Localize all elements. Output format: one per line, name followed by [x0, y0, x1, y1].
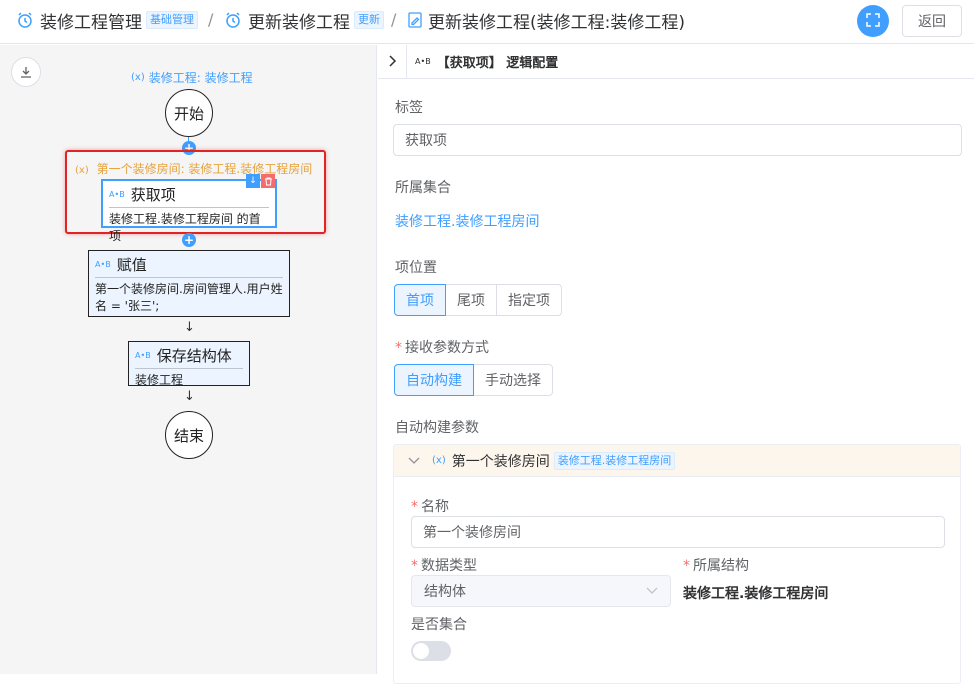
flow-canvas[interactable]: (x) 装修工程: 装修工程 开始 + (x) 第一个装修房间: 装修工程.装修… — [0, 45, 377, 674]
collection-link[interactable]: 装修工程.装修工程房间 — [395, 211, 539, 231]
breadcrumb-item-3: 更新装修工程(装修工程:装修工程) — [408, 0, 685, 40]
logic-badge-icon: A•B — [109, 190, 125, 199]
download-button[interactable] — [11, 57, 41, 87]
tag-input[interactable]: 获取项 — [393, 124, 962, 156]
node-desc: 第一个装修房间.房间管理人.用户姓名 = '张三'; — [95, 282, 283, 313]
breadcrumb-item-1[interactable]: 装修工程管理 基础管理 — [16, 0, 198, 40]
panel-header: A•B 【获取项】 逻辑配置 — [378, 44, 974, 79]
chevron-down-icon — [408, 454, 420, 468]
param-card-header[interactable]: (x) 第一个装修房间 装修工程.装修工程房间 — [394, 445, 960, 477]
breadcrumb-label: 装修工程管理 — [40, 12, 142, 33]
arrow-down-icon: ↓ — [184, 320, 195, 335]
node-title: 保存结构体 — [156, 347, 232, 365]
is-collection-label: 是否集合 — [411, 617, 467, 633]
switch-knob — [413, 643, 429, 659]
receive-segment: 自动构建 手动选择 — [394, 364, 553, 396]
name-label-text: 名称 — [421, 499, 449, 515]
receive-label-text: 接收参数方式 — [405, 340, 489, 356]
name-input[interactable]: 第一个装修房间 — [411, 516, 945, 548]
position-option-specified[interactable]: 指定项 — [496, 284, 562, 316]
collection-label: 所属集合 — [395, 180, 451, 196]
back-button[interactable]: 返回 — [902, 5, 962, 37]
data-type-select[interactable]: 结构体 — [411, 575, 671, 607]
collapse-panel-button[interactable] — [378, 44, 407, 79]
download-icon — [20, 63, 32, 82]
param-type-tag: 装修工程.装修工程房间 — [553, 451, 676, 470]
breadcrumb-item-2[interactable]: 更新装修工程 更新 — [224, 0, 384, 40]
node-save-struct[interactable]: A•B 保存结构体 装修工程 — [128, 341, 250, 387]
chevron-down-icon — [646, 583, 658, 599]
panel-title: 【获取项】 逻辑配置 — [436, 56, 559, 71]
logic-badge-icon: A•B — [135, 351, 151, 360]
breadcrumb-label: 更新装修工程 — [248, 12, 350, 33]
fullscreen-button[interactable] — [857, 5, 889, 37]
auto-params-label: 自动构建参数 — [395, 420, 479, 436]
loop-variable-text: 第一个装修房间: 装修工程.装修工程房间 — [96, 162, 313, 176]
alarm-clock-icon — [224, 11, 242, 29]
edit-document-icon — [408, 11, 422, 29]
root-variable-text: 装修工程: 装修工程 — [148, 71, 253, 85]
top-header: 装修工程管理 基础管理 / 更新装修工程 更新 / 更新装修工程(装修工程:装修… — [0, 0, 974, 44]
breadcrumb-separator: / — [208, 10, 214, 29]
name-label: * 名称 — [411, 499, 449, 515]
node-action-edit-icon[interactable]: ↓ — [246, 174, 260, 188]
add-node-button[interactable]: + — [182, 233, 196, 247]
root-variable-label: (x) 装修工程: 装修工程 — [131, 69, 253, 86]
position-segment: 首项 尾项 指定项 — [394, 284, 562, 316]
start-node[interactable]: 开始 — [165, 89, 213, 137]
logic-badge-icon: A•B — [415, 57, 431, 66]
param-card: (x) 第一个装修房间 装修工程.装修工程房间 * 名称 第一个装修房间 * 数据类… — [393, 444, 961, 684]
position-option-first[interactable]: 首项 — [394, 284, 446, 316]
position-label: 项位置 — [395, 260, 437, 276]
node-desc: 装修工程 — [135, 373, 184, 387]
structure-label: * 所属结构 — [683, 558, 749, 574]
breadcrumb-tag: 更新 — [354, 11, 384, 29]
data-type-label: * 数据类型 — [411, 558, 477, 574]
chevron-right-icon — [387, 52, 397, 71]
x-variable-icon: (x) — [131, 72, 145, 83]
data-type-label-text: 数据类型 — [421, 558, 477, 574]
config-panel: A•B 【获取项】 逻辑配置 标签 获取项 所属集合 装修工程.装修工程房间 项位… — [378, 44, 974, 684]
receive-label: * 接收参数方式 — [395, 340, 489, 356]
breadcrumb-label: 更新装修工程(装修工程:装修工程) — [428, 12, 685, 33]
arrow-down-icon: ↓ — [184, 389, 195, 404]
end-node[interactable]: 结束 — [165, 411, 213, 459]
data-type-value: 结构体 — [424, 584, 466, 600]
loop-variable-label: (x) 第一个装修房间: 装修工程.装修工程房间 — [75, 160, 312, 177]
node-delete-icon[interactable] — [261, 174, 275, 188]
is-collection-switch[interactable] — [411, 641, 451, 661]
x-variable-icon: (x) — [432, 455, 446, 466]
tag-label: 标签 — [395, 100, 423, 116]
param-name: 第一个装修房间 — [451, 453, 550, 470]
node-assign[interactable]: A•B 赋值 第一个装修房间.房间管理人.用户姓名 = '张三'; — [88, 250, 290, 317]
structure-value: 装修工程.装修工程房间 — [683, 586, 829, 602]
alarm-clock-icon — [16, 11, 34, 29]
node-title: 赋值 — [116, 256, 147, 274]
receive-option-manual[interactable]: 手动选择 — [473, 364, 553, 396]
structure-label-text: 所属结构 — [693, 558, 749, 574]
receive-option-auto[interactable]: 自动构建 — [394, 364, 474, 396]
logic-badge-icon: A•B — [95, 260, 111, 269]
position-option-last[interactable]: 尾项 — [445, 284, 497, 316]
x-variable-icon: (x) — [75, 165, 89, 176]
breadcrumb-separator: / — [391, 10, 397, 29]
fullscreen-icon — [866, 12, 880, 31]
breadcrumb-tag: 基础管理 — [146, 11, 198, 29]
node-title: 获取项 — [130, 186, 176, 204]
